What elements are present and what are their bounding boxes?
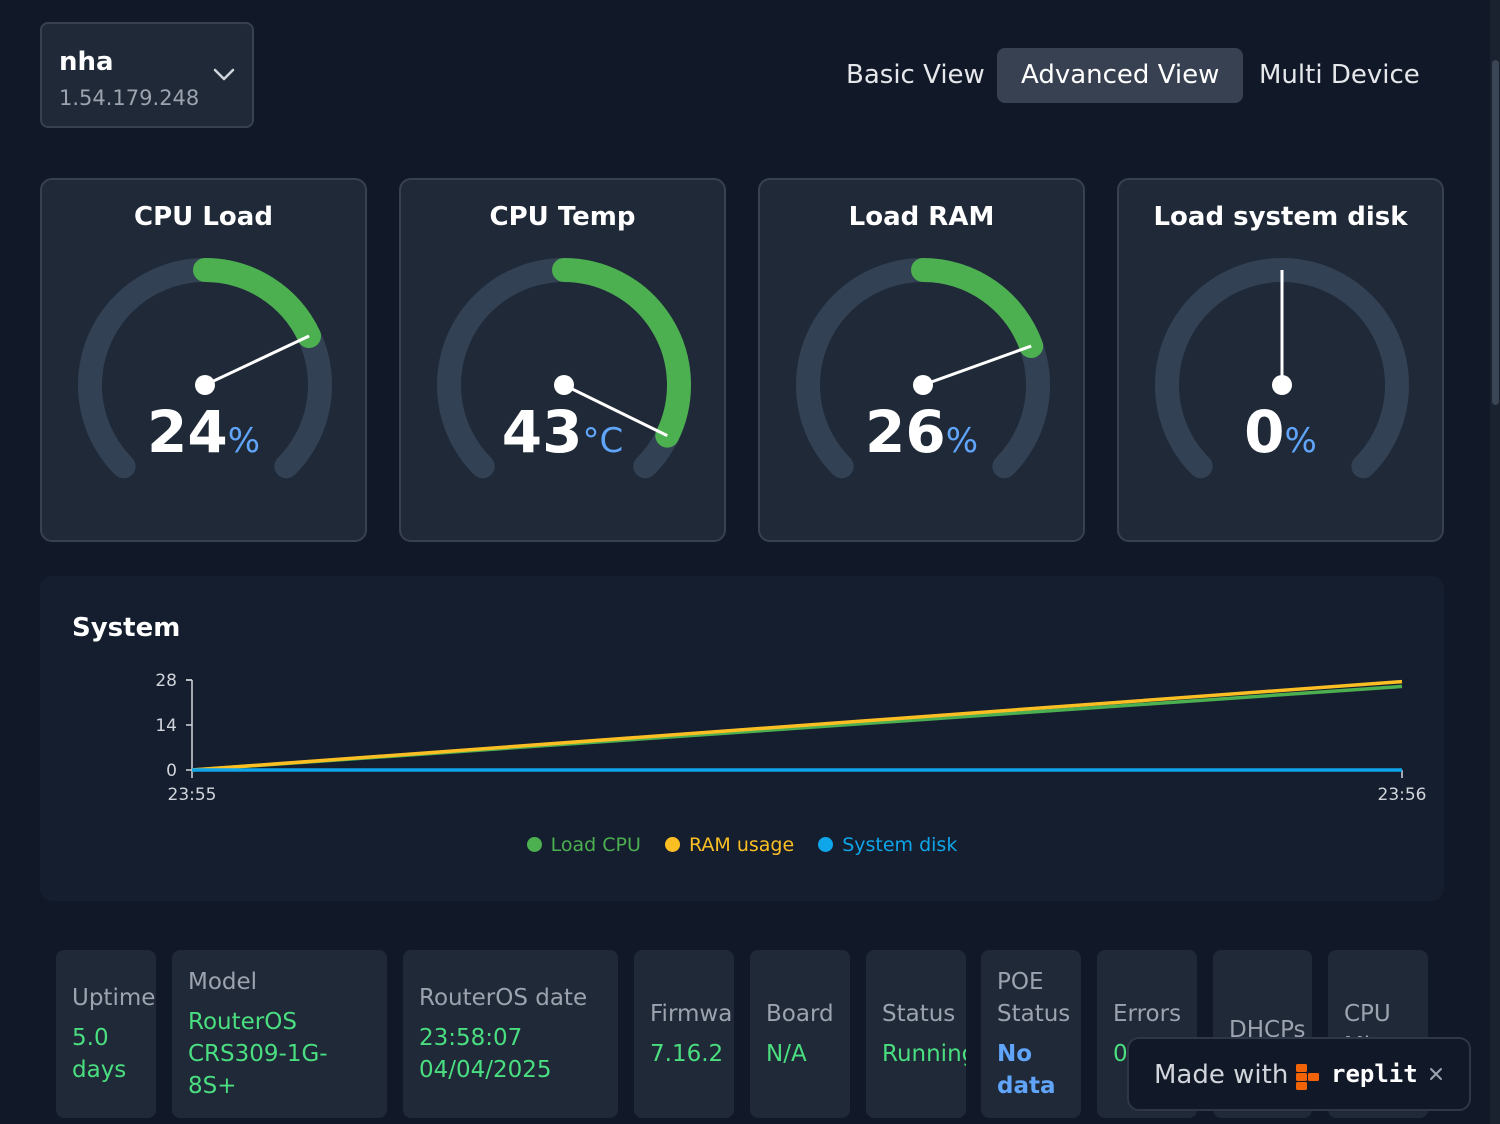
y-tick-label: 14: [155, 716, 177, 736]
gauge-number: 0: [1244, 398, 1285, 466]
info-card-status: Status Running: [866, 950, 966, 1118]
gauge-number: 26: [864, 398, 946, 466]
legend-dot: [664, 837, 680, 852]
made-with-label: Made with: [1154, 1060, 1289, 1090]
info-label: Status: [882, 1001, 956, 1027]
info-card-board: Board N/A: [750, 950, 850, 1118]
info-label: RouterOS date: [419, 985, 588, 1011]
tab-multi-device[interactable]: Multi Device: [1235, 48, 1444, 103]
gauge-fill: [193, 258, 322, 349]
gauge-value: 43°C: [401, 398, 724, 466]
gauge-unit: %: [1284, 421, 1317, 461]
gauge-fill: [911, 258, 1044, 359]
gauge-needle: [922, 344, 1032, 387]
info-label: Uptime: [72, 985, 156, 1011]
gauge-needle-hub: [195, 375, 215, 395]
replit-logo-icon: [1296, 1064, 1319, 1090]
gauge-number: 43: [501, 398, 583, 466]
info-card-model: Model RouterOS CRS309-1G-8S+: [172, 950, 387, 1118]
info-value: No data: [997, 1041, 1056, 1099]
legend-dot: [818, 837, 834, 852]
legend-label: System disk: [842, 834, 958, 856]
gauge-needle-hub: [554, 375, 574, 395]
info-label: Firmware: [650, 1001, 734, 1027]
gauge-value: 0%: [1119, 398, 1442, 466]
tab-advanced-view[interactable]: Advanced View: [997, 48, 1244, 103]
gauge-card-cpu-temp: CPU Temp 43°C: [399, 178, 726, 542]
x-tick-label: 23:55: [168, 785, 217, 805]
made-with-replit-badge[interactable]: Made with replit: [1127, 1037, 1471, 1111]
gauge-needle-hub: [913, 375, 933, 395]
info-value: RouterOS CRS309-1G-8S+: [188, 1009, 328, 1099]
gauge-value: 26%: [760, 398, 1083, 466]
info-card-routeros-date: RouterOS date 23:58:07 04/04/2025: [403, 950, 618, 1118]
info-label: Board: [766, 1001, 834, 1027]
chevron-down-icon: [213, 68, 235, 81]
info-label: POE Status: [997, 969, 1071, 1027]
gauge-dial: [796, 258, 1050, 479]
device-name: nha: [59, 47, 114, 77]
info-card-poe-status: POE Status No data: [981, 950, 1081, 1118]
legend-dot: [526, 837, 542, 852]
gauge-unit: °C: [582, 421, 624, 461]
gauge-unit: %: [945, 421, 979, 461]
gauge-card-cpu-load: CPU Load 24%: [40, 178, 367, 542]
scrollbar-thumb[interactable]: [1492, 60, 1499, 405]
info-value: 7.16.2: [650, 1041, 724, 1067]
gauge-needle: [204, 334, 310, 387]
gauge-dial: [1155, 258, 1409, 479]
device-ip: 1.54.179.248: [59, 86, 200, 110]
info-value: N/A: [766, 1041, 807, 1067]
legend-item-load-cpu[interactable]: Load CPU: [526, 834, 641, 856]
gauge-needle-hub: [1272, 375, 1292, 395]
replit-brand: replit: [1331, 1060, 1418, 1088]
info-card-firmware: Firmware 7.16.2: [634, 950, 734, 1118]
legend-item-system-disk[interactable]: System disk: [818, 834, 957, 856]
info-value: 5.0 days: [72, 1025, 127, 1083]
y-tick-label: 28: [155, 671, 177, 691]
tab-basic-view[interactable]: Basic View: [822, 48, 1009, 103]
close-icon[interactable]: [1428, 1066, 1444, 1082]
gauge-dial: [437, 258, 691, 479]
info-card-uptime: Uptime 5.0 days: [56, 950, 156, 1118]
gauge-card-system-disk: Load system disk 0%: [1117, 178, 1444, 542]
info-label: Errors: [1113, 1001, 1182, 1027]
gauge-value: 24%: [42, 398, 365, 466]
y-tick-label: 0: [166, 761, 177, 781]
gauge-number: 24: [146, 398, 228, 466]
series-line-ram-usage: [191, 679, 1403, 772]
system-chart-panel: System 0 14 28 23:55 23:56 Load CPU RAM usag…: [40, 576, 1444, 901]
info-value: Running: [882, 1041, 966, 1067]
info-label: Model: [188, 969, 258, 995]
gauge-dial: [78, 258, 332, 479]
chart-legend: Load CPU RAM usage System disk: [40, 834, 1444, 856]
gauge-unit: %: [227, 421, 261, 461]
device-selector[interactable]: nha 1.54.179.248: [40, 22, 254, 128]
legend-label: Load CPU: [550, 834, 641, 856]
x-tick-label: 23:56: [1378, 785, 1427, 805]
legend-item-ram-usage[interactable]: RAM usage: [664, 834, 795, 856]
info-value: 23:58:07 04/04/2025: [419, 1025, 552, 1083]
gauge-card-load-ram: Load RAM 26%: [758, 178, 1085, 542]
legend-label: RAM usage: [688, 834, 795, 856]
